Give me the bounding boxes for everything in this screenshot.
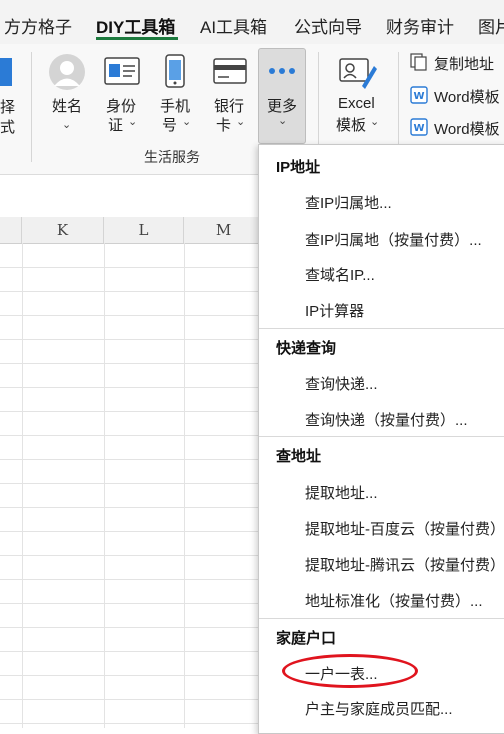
menu-separator <box>259 436 504 437</box>
column-header-l[interactable]: L <box>104 217 184 243</box>
bank-card-label-1[interactable]: 银行 <box>214 95 244 116</box>
grid-line <box>0 627 260 628</box>
phone-icon <box>165 54 185 88</box>
word-icon: W <box>410 118 428 136</box>
tab-ai-toolbox[interactable]: AI工具箱 <box>200 13 267 38</box>
group-label-life-services: 生活服务 <box>144 149 200 165</box>
chevron-down-icon[interactable]: ⌄ <box>182 115 191 128</box>
menu-item-track-express-paid[interactable]: 查询快递（按量付费）... <box>305 409 468 430</box>
excel-template-label-2[interactable]: 模板 <box>336 114 366 135</box>
grid-line <box>0 579 260 580</box>
menu-section-address: 查地址 <box>276 448 322 465</box>
more-dropdown-menu: IP地址 查IP归属地... 查IP归属地（按量付费）... 查域名IP... … <box>258 144 504 734</box>
id-card-label-2[interactable]: 证 <box>108 114 123 135</box>
id-card-icon <box>104 57 140 85</box>
more-dots-icon <box>269 68 295 74</box>
grid-line <box>0 363 260 364</box>
menu-item-track-express[interactable]: 查询快递... <box>305 373 378 394</box>
menu-separator <box>259 618 504 619</box>
excel-template-icon <box>339 58 377 89</box>
grid-line <box>0 555 260 556</box>
highlight-annotation-oval <box>282 654 418 688</box>
tab-finance-audit[interactable]: 财务审计 <box>386 13 454 38</box>
svg-text:W: W <box>413 91 424 102</box>
chevron-down-icon[interactable]: ⌄ <box>62 118 71 131</box>
grid-line <box>0 267 260 268</box>
menu-section-ip: IP地址 <box>276 159 321 176</box>
grid-line <box>0 699 260 700</box>
partial-label-1[interactable]: 择 <box>0 96 15 117</box>
grid-line <box>0 291 260 292</box>
menu-item-domain-ip[interactable]: 查域名IP... <box>305 264 375 285</box>
chevron-down-icon[interactable]: ⌄ <box>236 115 245 128</box>
tab-diy-toolbox[interactable]: DIY工具箱 <box>96 13 175 38</box>
grid-line <box>0 339 260 340</box>
menu-section-express: 快递查询 <box>276 340 337 357</box>
phone-label-1[interactable]: 手机 <box>160 95 190 116</box>
partial-label-2[interactable]: 式 <box>0 116 15 137</box>
copy-address-button[interactable]: 复制地址 <box>434 53 494 74</box>
ribbon-tab-bar: 方方格子 DIY工具箱 AI工具箱 公式向导 财务审计 图片 <box>0 0 504 44</box>
ribbon-separator <box>31 52 32 162</box>
phone-label-2[interactable]: 号 <box>162 114 177 135</box>
name-button-label[interactable]: 姓名 <box>52 95 82 116</box>
more-button-label[interactable]: 更多 <box>267 95 297 116</box>
grid-line <box>0 723 260 724</box>
menu-item-standardize-address[interactable]: 地址标准化（按量付费）... <box>305 590 483 611</box>
chevron-down-icon[interactable]: ⌄ <box>278 114 287 127</box>
chevron-down-icon[interactable]: ⌄ <box>370 115 379 128</box>
bank-card-icon <box>213 58 247 84</box>
partial-icon <box>0 58 12 86</box>
grid-line <box>0 411 260 412</box>
bank-card-label-2[interactable]: 卡 <box>216 114 231 135</box>
menu-item-ip-calculator[interactable]: IP计算器 <box>305 300 364 321</box>
grid-line <box>0 675 260 676</box>
word-icon: W <box>410 86 428 104</box>
tab-formula-wizard[interactable]: 公式向导 <box>294 13 362 38</box>
grid-line <box>0 435 260 436</box>
menu-separator <box>259 328 504 329</box>
grid-line <box>0 315 260 316</box>
menu-item-extract-address[interactable]: 提取地址... <box>305 482 378 503</box>
menu-item-ip-lookup-paid[interactable]: 查IP归属地（按量付费）... <box>305 229 482 250</box>
column-header-partial[interactable] <box>0 217 22 243</box>
copy-address-icon <box>410 53 427 71</box>
menu-item-householder-member-match[interactable]: 户主与家庭成员匹配... <box>305 698 453 719</box>
tab-picture[interactable]: 图片 <box>478 13 504 38</box>
grid-line <box>0 483 260 484</box>
menu-item-extract-address-baidu[interactable]: 提取地址-百度云（按量付费） <box>305 518 504 539</box>
active-tab-indicator <box>96 37 178 40</box>
menu-item-extract-address-tencent[interactable]: 提取地址-腾讯云（按量付费） <box>305 554 504 575</box>
chevron-down-icon[interactable]: ⌄ <box>128 115 137 128</box>
menu-item-ip-lookup[interactable]: 查IP归属地... <box>305 192 392 213</box>
grid-line <box>0 603 260 604</box>
grid-line <box>0 459 260 460</box>
word-template-button-2[interactable]: Word模板 <box>434 118 500 139</box>
menu-section-household: 家庭户口 <box>276 630 337 647</box>
word-template-button-1[interactable]: Word模板 <box>434 86 500 107</box>
tab-fangfang[interactable]: 方方格子 <box>4 13 72 38</box>
grid-line <box>0 387 260 388</box>
grid-line <box>0 531 260 532</box>
id-card-label-1[interactable]: 身份 <box>106 95 136 116</box>
grid-line <box>0 651 260 652</box>
column-header-k[interactable]: K <box>22 217 104 243</box>
svg-text:W: W <box>413 123 424 134</box>
excel-template-label-1[interactable]: Excel <box>338 95 375 112</box>
column-header-m[interactable]: M <box>184 217 264 243</box>
grid-line <box>0 507 260 508</box>
person-icon <box>49 54 85 90</box>
